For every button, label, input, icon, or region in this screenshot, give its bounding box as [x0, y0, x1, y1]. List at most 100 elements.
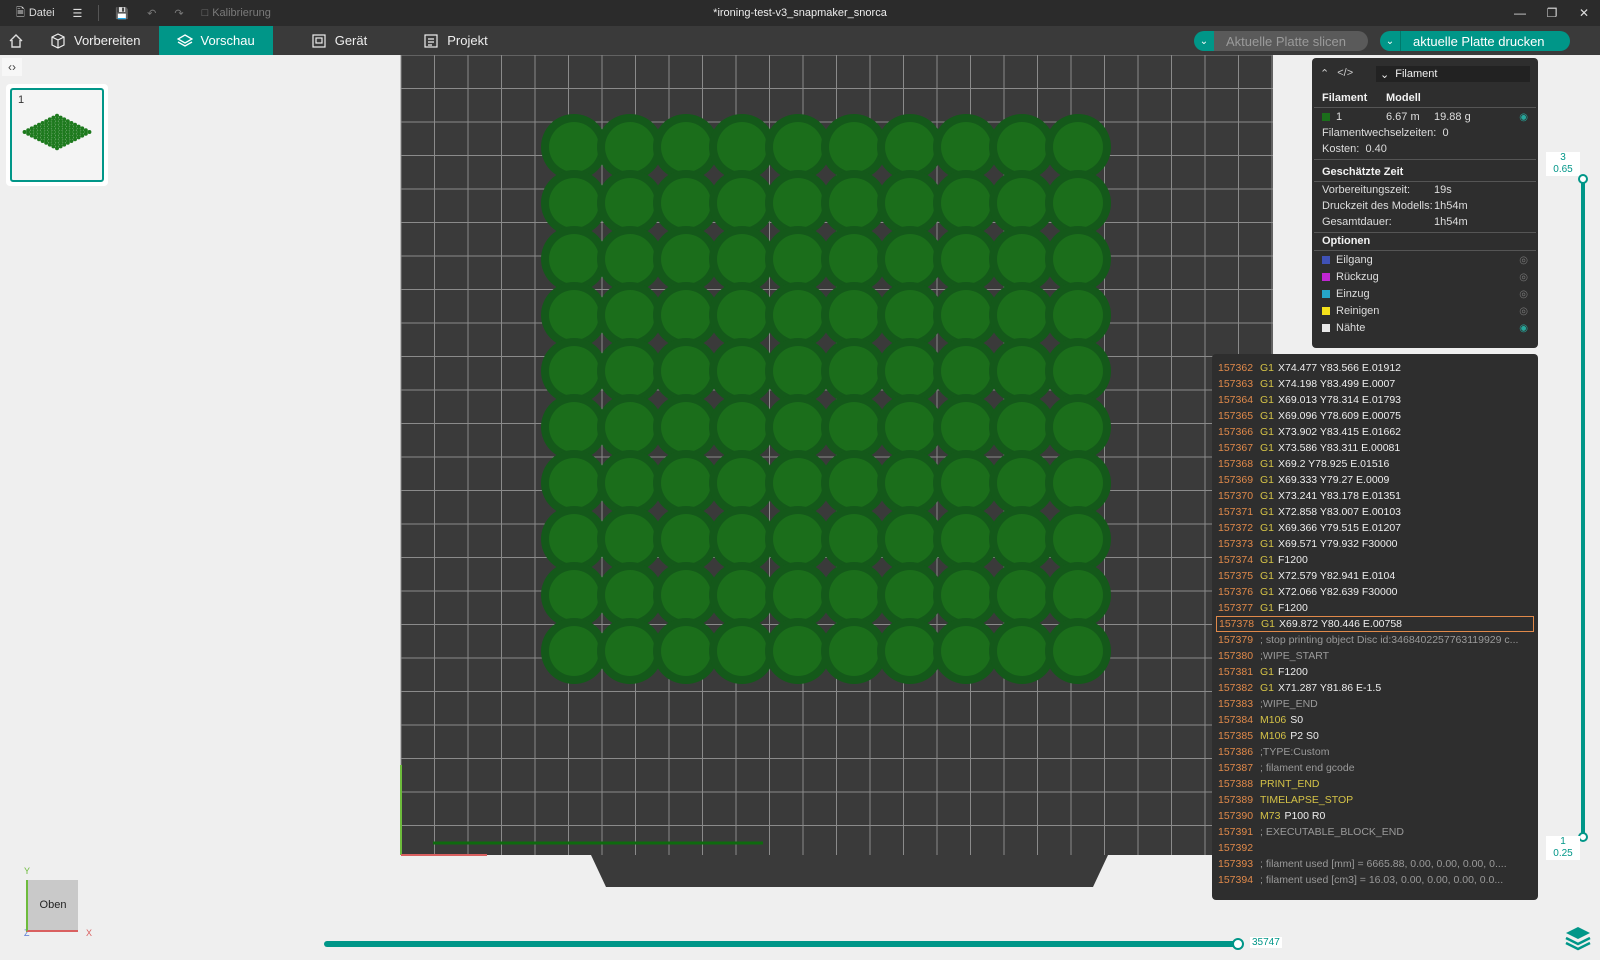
- gcode-line[interactable]: 157381 G1 F1200: [1216, 664, 1534, 680]
- gcode-line-number: 157369: [1218, 474, 1254, 486]
- tab-preview[interactable]: Vorschau: [158, 26, 273, 55]
- gcode-line[interactable]: 157380 ;WIPE_START: [1216, 648, 1534, 664]
- gcode-line[interactable]: 157379 ; stop printing object Disc id:346…: [1216, 632, 1534, 648]
- move-slider-handle[interactable]: [1232, 938, 1244, 950]
- minimize-icon[interactable]: —: [1504, 0, 1536, 26]
- gcode-line[interactable]: 157369 G1 X69.333 Y79.27 E.0009: [1216, 472, 1534, 488]
- thumbnail-disc: [83, 131, 88, 136]
- option-row[interactable]: Rückzug ◎: [1322, 269, 1528, 285]
- gcode-line[interactable]: 157364 G1 X69.013 Y78.314 E.01793: [1216, 392, 1534, 408]
- gcode-line[interactable]: 157390 M73 P100 R0: [1216, 808, 1534, 824]
- code-icon[interactable]: </>: [1337, 67, 1353, 79]
- gcode-line[interactable]: 157386 ;TYPE:Custom: [1216, 744, 1534, 760]
- gcode-line[interactable]: 157371 G1 X72.858 Y83.007 E.00103: [1216, 504, 1534, 520]
- gcode-line[interactable]: 157373 G1 X69.571 Y79.932 F30000: [1216, 536, 1534, 552]
- gcode-line[interactable]: 157389 TIMELAPSE_STOP: [1216, 792, 1534, 808]
- gcode-line[interactable]: 157392: [1216, 840, 1534, 856]
- gcode-line[interactable]: 157367 G1 X73.586 Y83.311 E.00081: [1216, 440, 1534, 456]
- view-type-select[interactable]: ⌄ Filament: [1376, 66, 1530, 82]
- option-color-swatch: [1322, 307, 1330, 315]
- gcode-command: G1: [1260, 522, 1275, 534]
- close-icon[interactable]: ✕: [1568, 0, 1600, 26]
- gcode-line[interactable]: 157382 G1 X71.287 Y81.86 E-1.5: [1216, 680, 1534, 696]
- gcode-line[interactable]: 157363 G1 X74.198 Y83.499 E.0007: [1216, 376, 1534, 392]
- gcode-line[interactable]: 157368 G1 X69.2 Y78.925 E.01516: [1216, 456, 1534, 472]
- eye-off-icon[interactable]: ◎: [1519, 289, 1528, 300]
- eye-off-icon[interactable]: ◎: [1519, 272, 1528, 283]
- eye-off-icon[interactable]: ◎: [1519, 306, 1528, 317]
- collapse-up-icon[interactable]: ⌃: [1320, 67, 1329, 80]
- gcode-line[interactable]: 157375 G1 X72.579 Y82.941 E.0104: [1216, 568, 1534, 584]
- gcode-line[interactable]: 157391 ; EXECUTABLE_BLOCK_END: [1216, 824, 1534, 840]
- gcode-line[interactable]: 157374 G1 F1200: [1216, 552, 1534, 568]
- model-disc-top: [941, 514, 991, 564]
- gcode-line[interactable]: 157393 ; filament used [mm] = 6665.88, 0.…: [1216, 856, 1534, 872]
- gcode-line[interactable]: 157365 G1 X69.096 Y78.609 E.00075: [1216, 408, 1534, 424]
- axis-y-label: Y: [24, 866, 31, 876]
- tab-prepare[interactable]: Vorbereiten: [32, 26, 159, 55]
- gcode-line[interactable]: 157372 G1 X69.366 Y79.515 E.01207: [1216, 520, 1534, 536]
- gcode-viewer[interactable]: 157362 G1 X74.477 Y83.566 E.01912 157363 G1 X…: [1212, 354, 1538, 900]
- model-disc-top: [1053, 290, 1103, 340]
- layer-slider-track[interactable]: [1581, 178, 1585, 836]
- model-disc-top: [661, 346, 711, 396]
- home-icon[interactable]: [0, 26, 32, 55]
- option-row[interactable]: Eilgang ◎: [1322, 252, 1528, 268]
- gcode-line-selected[interactable]: 157378 G1 X69.872 Y80.446 E.00758: [1216, 616, 1534, 632]
- eye-icon[interactable]: ◉: [1519, 323, 1528, 334]
- model-disc-top: [941, 458, 991, 508]
- divider: [98, 5, 100, 21]
- chevron-down-icon[interactable]: ⌄: [1194, 31, 1214, 51]
- option-row[interactable]: Reinigen ◎: [1322, 303, 1528, 319]
- orientation-top-face[interactable]: Oben: [26, 880, 78, 932]
- gcode-line[interactable]: 157383 ;WIPE_END: [1216, 696, 1534, 712]
- model-disc-top: [829, 402, 879, 452]
- gcode-line[interactable]: 157387 ; filament end gcode: [1216, 760, 1534, 776]
- slice-plate-button[interactable]: ⌄ Aktuelle Platte slicen: [1194, 31, 1368, 51]
- save-icon[interactable]: 💾: [109, 0, 135, 26]
- eye-icon[interactable]: ◉: [1519, 112, 1528, 123]
- tab-preview-label: Vorschau: [200, 33, 255, 48]
- thumbnail-disc: [40, 128, 45, 133]
- layer-stack-icon[interactable]: [1564, 924, 1592, 952]
- gcode-line[interactable]: 157370 G1 X73.241 Y83.178 E.01351: [1216, 488, 1534, 504]
- axis-x-label: X: [86, 928, 93, 938]
- gcode-line[interactable]: 157388 PRINT_END: [1216, 776, 1534, 792]
- redo-icon[interactable]: ↷: [168, 0, 189, 26]
- option-row[interactable]: Einzug ◎: [1322, 286, 1528, 302]
- gcode-line[interactable]: 157366 G1 X73.902 Y83.415 E.01662: [1216, 424, 1534, 440]
- filament-column-header: Filament Modell: [1322, 90, 1421, 106]
- gcode-line[interactable]: 157394 ; filament used [cm3] = 16.03, 0.0…: [1216, 872, 1534, 888]
- gcode-line[interactable]: 157377 G1 F1200: [1216, 600, 1534, 616]
- plate-thumbnail[interactable]: 1: [6, 84, 108, 186]
- thumbnail-disc: [55, 117, 59, 122]
- chevron-down-icon[interactable]: ⌄: [1380, 31, 1400, 51]
- collapse-sidebar-icon[interactable]: ‹›: [2, 58, 22, 76]
- layer-slider-top-handle[interactable]: [1578, 174, 1588, 184]
- undo-icon[interactable]: ↶: [141, 0, 162, 26]
- gcode-line-number: 157390: [1218, 810, 1254, 822]
- thumbnail-disc: [44, 137, 49, 142]
- gcode-arguments: X69.2 Y78.925 E.01516: [1278, 458, 1390, 470]
- calibration-menu[interactable]: □ Kalibrierung: [196, 0, 277, 26]
- tab-device[interactable]: Gerät: [293, 26, 386, 55]
- gcode-line[interactable]: 157362 G1 X74.477 Y83.566 E.01912: [1216, 360, 1534, 376]
- tab-project[interactable]: Projekt: [405, 26, 505, 55]
- gcode-command: G1: [1260, 666, 1275, 678]
- move-slider-track[interactable]: [324, 941, 1238, 947]
- view-orientation-cube[interactable]: Y X Z Oben: [22, 862, 92, 938]
- thumbnail-disc: [40, 131, 45, 136]
- option-row[interactable]: Nähte ◉: [1322, 320, 1528, 336]
- gcode-line[interactable]: 157385 M106 P2 S0: [1216, 728, 1534, 744]
- print-plate-button[interactable]: ⌄ aktuelle Platte drucken: [1380, 31, 1570, 51]
- model-disc-top: [941, 290, 991, 340]
- gcode-arguments: X74.477 Y83.566 E.01912: [1278, 362, 1402, 374]
- document-icon[interactable]: ☰: [67, 0, 89, 26]
- restore-icon[interactable]: ❐: [1536, 0, 1568, 26]
- gcode-line[interactable]: 157384 M106 S0: [1216, 712, 1534, 728]
- gcode-line[interactable]: 157376 G1 X72.066 Y82.639 F30000: [1216, 584, 1534, 600]
- file-menu[interactable]: 🗎 Datei: [10, 0, 61, 26]
- top-layer-height: 0.65: [1553, 164, 1573, 175]
- eye-off-icon[interactable]: ◎: [1519, 255, 1528, 266]
- 3d-viewport[interactable]: [393, 54, 1293, 887]
